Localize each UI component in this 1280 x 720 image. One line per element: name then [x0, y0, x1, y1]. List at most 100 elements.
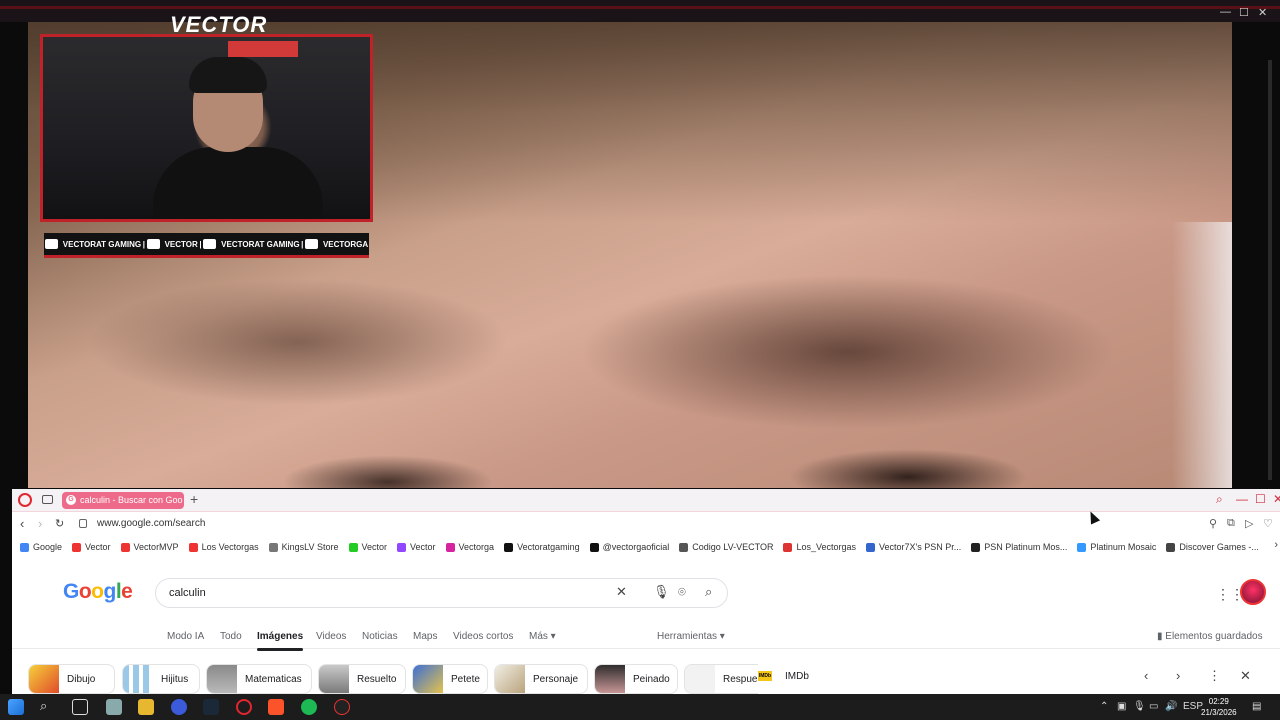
notifications-icon[interactable]: ▤	[1252, 701, 1261, 712]
search-icon[interactable]: ⌕	[40, 698, 47, 714]
tab-todo[interactable]: Todo	[220, 631, 242, 642]
maximize-icon[interactable]: ☐	[1239, 6, 1249, 19]
opera-menu-icon[interactable]	[18, 493, 32, 507]
bookmark-favicon-icon	[679, 542, 689, 552]
tab-mas[interactable]: Más ▾	[529, 631, 556, 642]
bookmark-item[interactable]: Vectorga	[445, 542, 494, 552]
tab-menu-icon[interactable]	[42, 495, 53, 504]
tab-videos[interactable]: Videos	[316, 631, 346, 642]
pin-icon[interactable]: ⚲	[1209, 517, 1217, 530]
tab-imagenes[interactable]: Imágenes	[257, 631, 304, 651]
task-view-icon[interactable]	[72, 699, 88, 715]
chip-respuesta[interactable]: Respue	[684, 664, 759, 694]
url-field[interactable]: www.google.com/search	[97, 518, 205, 529]
opera-icon[interactable]	[236, 699, 252, 715]
search-input[interactable]: calculin	[169, 587, 206, 599]
spotify-icon[interactable]	[301, 699, 317, 715]
maximize-icon[interactable]: ☐	[1255, 492, 1266, 506]
browser-tabbar: G calculin - Buscar con Goo + ⌕ — ☐ ✕	[12, 489, 1280, 512]
avatar[interactable]	[1240, 579, 1266, 605]
search-tabs-icon[interactable]: ⌕	[1216, 492, 1223, 507]
webcam-overlay	[40, 34, 373, 222]
play-icon[interactable]: ▷	[1245, 517, 1253, 530]
bookmark-item[interactable]: Google	[20, 542, 62, 552]
microphone-icon[interactable]: 🎙	[653, 584, 670, 600]
heart-icon[interactable]: ♡	[1263, 517, 1273, 530]
bookmark-item[interactable]: Los_Vectorgas	[783, 542, 856, 552]
saved-items-link[interactable]: ▮ Elementos guardados	[1157, 631, 1263, 642]
chip-label: Matematicas	[245, 673, 302, 685]
taskbar: ⌕ ⌃ ▣ 🎙 ▭ 🔊 ESP 02:29 21/3/2026 ▤	[0, 694, 1280, 720]
chevron-right-icon[interactable]: ›	[1176, 668, 1180, 683]
more-vert-icon[interactable]: ⋮	[1208, 668, 1221, 684]
tools-button[interactable]: Herramientas ▾	[657, 631, 725, 642]
chevron-right-icon[interactable]: ›	[1274, 539, 1278, 551]
bookmark-favicon-icon	[1166, 542, 1176, 552]
tab-videos-cortos[interactable]: Videos cortos	[453, 631, 513, 642]
bookmark-item[interactable]: Vector	[348, 542, 387, 552]
obs-icon[interactable]	[334, 699, 350, 715]
chip-hijitus[interactable]: Hijitus	[122, 664, 200, 694]
clear-icon[interactable]: ✕	[616, 584, 627, 600]
search-box[interactable]: calculin ✕ 🎙 ⌾ ⌕	[155, 578, 728, 608]
bookmark-item[interactable]: PSN Platinum Mos...	[971, 542, 1067, 552]
bookmark-item[interactable]: Codigo LV-VECTOR	[679, 542, 773, 552]
language-indicator[interactable]: ESP	[1183, 701, 1203, 712]
clock-time: 02:29	[1208, 697, 1229, 706]
app-icon[interactable]	[106, 699, 122, 715]
chip-matematicas[interactable]: Matematicas	[206, 664, 312, 694]
tray-icon[interactable]: ▣	[1117, 701, 1126, 712]
minimize-icon[interactable]: —	[1236, 492, 1248, 506]
reload-icon[interactable]: ↻	[55, 517, 64, 530]
browser-tab-active[interactable]: G calculin - Buscar con Goo	[62, 492, 184, 509]
chevron-left-icon[interactable]: ‹	[1144, 668, 1148, 683]
new-tab-icon[interactable]: +	[190, 491, 198, 507]
tab-modo-ia[interactable]: Modo IA	[167, 631, 204, 642]
close-icon[interactable]: ✕	[1258, 6, 1267, 19]
chip-petete[interactable]: Petete	[412, 664, 488, 694]
bookmark-item[interactable]: Vector	[72, 542, 111, 552]
network-icon[interactable]: ▭	[1149, 701, 1158, 712]
bookmark-item[interactable]: Platinum Mosaic	[1077, 542, 1156, 552]
steam-icon[interactable]	[203, 699, 219, 715]
bookmark-item[interactable]: @vectorgaoficial	[589, 542, 669, 552]
file-explorer-icon[interactable]	[138, 699, 154, 715]
scrollbar[interactable]	[1268, 60, 1272, 480]
bookmark-item[interactable]: Discover Games -...	[1166, 542, 1259, 552]
bookmark-item[interactable]: Vectoratgaming	[504, 542, 580, 552]
app-icon[interactable]	[171, 699, 187, 715]
minimize-icon[interactable]: —	[1220, 6, 1231, 18]
chip-peinado[interactable]: Peinado	[594, 664, 678, 694]
search-icon[interactable]: ⌕	[705, 584, 712, 600]
close-icon[interactable]: ✕	[1273, 492, 1280, 506]
snapshot-icon[interactable]: ⧉	[1227, 517, 1235, 530]
google-logo[interactable]: Google	[63, 580, 133, 604]
bookmark-item[interactable]: VectorMVP	[120, 542, 179, 552]
chip-thumbnail	[685, 665, 715, 693]
bookmark-favicon-icon	[188, 542, 198, 552]
social-youtube: VECTORAT GAMING	[44, 239, 141, 249]
close-icon[interactable]: ✕	[1240, 668, 1251, 684]
chip-resuelto[interactable]: Resuelto	[318, 664, 406, 694]
windows-start-icon[interactable]	[8, 699, 24, 715]
system-clock[interactable]: 02:29 21/3/2026	[1201, 696, 1237, 718]
separator: |	[199, 239, 202, 249]
bookmark-favicon-icon	[1077, 542, 1087, 552]
bookmark-item[interactable]: Los Vectorgas	[188, 542, 259, 552]
camera-lens-icon[interactable]: ⌾	[678, 584, 686, 600]
youtube-icon	[44, 239, 58, 249]
chevron-up-icon[interactable]: ⌃	[1100, 701, 1108, 712]
microphone-icon[interactable]: 🎙	[1133, 701, 1146, 712]
tab-maps[interactable]: Maps	[413, 631, 437, 642]
google-favicon-icon: G	[66, 495, 76, 505]
chip-personaje[interactable]: Personaje	[494, 664, 588, 694]
bookmark-item[interactable]: Vector	[397, 542, 436, 552]
bookmark-item[interactable]: Vector7X's PSN Pr...	[866, 542, 961, 552]
brave-icon[interactable]	[268, 699, 284, 715]
forward-icon[interactable]: ›	[38, 516, 42, 531]
volume-icon[interactable]: 🔊	[1165, 701, 1177, 712]
bookmark-item[interactable]: KingsLV Store	[268, 542, 339, 552]
back-icon[interactable]: ‹	[20, 516, 24, 531]
tab-noticias[interactable]: Noticias	[362, 631, 398, 642]
chip-dibujo[interactable]: Dibujo	[28, 664, 115, 694]
